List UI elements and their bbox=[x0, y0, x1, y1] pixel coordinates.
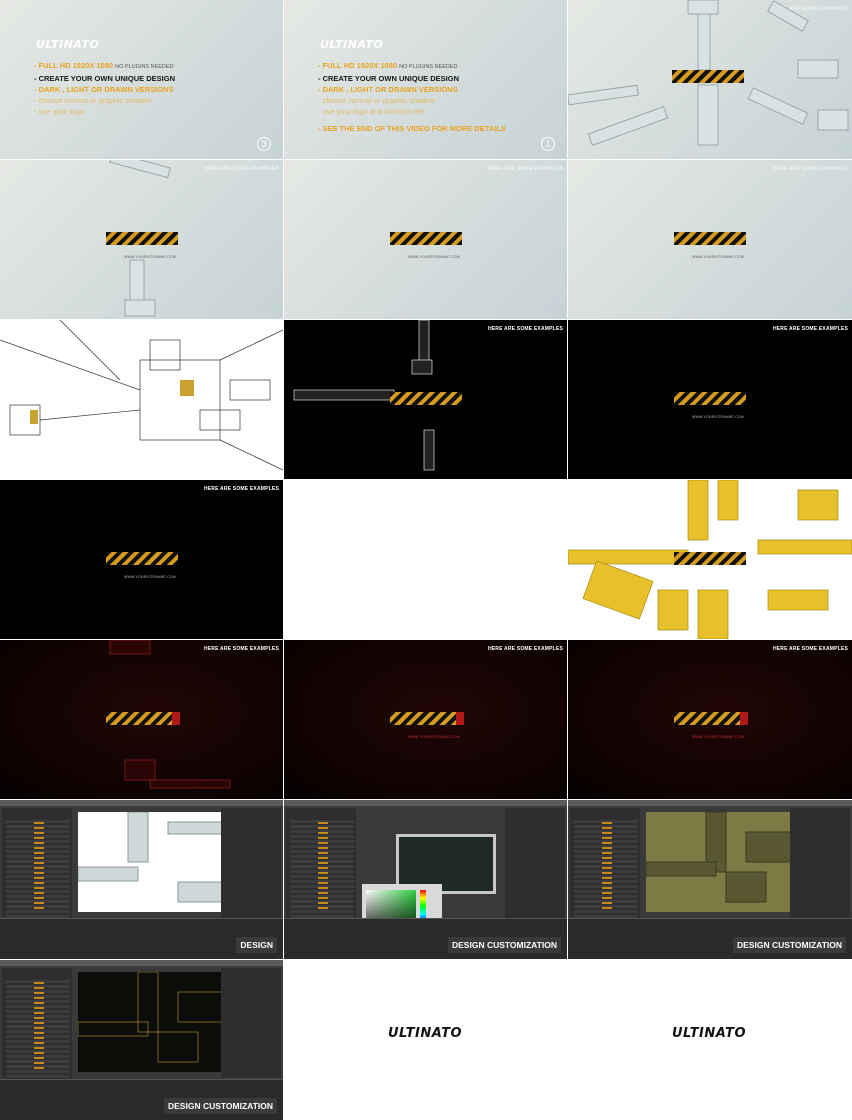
ae-effects-panel bbox=[221, 808, 281, 918]
logo-stripe-bar bbox=[390, 392, 462, 405]
caption-design-customization: DESIGN CUSTOMIZATION bbox=[164, 1098, 277, 1114]
ae-effects-panel bbox=[790, 808, 850, 918]
feature-resolution: - FULL HD 1920X 1080 bbox=[318, 61, 398, 70]
feature-logo: - use your logo bbox=[34, 107, 84, 116]
caption-design-customization: DESIGN CUSTOMIZATION bbox=[448, 937, 561, 953]
examples-label: HERE ARE SOME EXAMPLES bbox=[487, 646, 563, 652]
ae-composition-viewer bbox=[646, 812, 810, 912]
drawn-robot-arms-illustration bbox=[0, 320, 283, 471]
frame-red-dark-logo: HERE ARE SOME EXAMPLES WWW.YOURSITENAME.… bbox=[284, 640, 567, 799]
ae-composition-viewer bbox=[78, 812, 242, 912]
feature-logo: - use your logo and mention title bbox=[318, 107, 425, 116]
frame-dark-logo: HERE ARE SOME EXAMPLES WWW.YOURSITENAME.… bbox=[568, 320, 852, 479]
frame-blank-white bbox=[284, 480, 567, 639]
feature-versions: - DARK , LIGHT OR DRAWN VERSIONS bbox=[318, 85, 458, 94]
frame-light-logo-final: HERE ARE SOME EXAMPLES WWW.YOURSITENAME.… bbox=[568, 160, 852, 319]
ae-composition-viewer bbox=[78, 972, 242, 1072]
frame-after-effects-yellow: DESIGN CUSTOMIZATION bbox=[568, 800, 852, 959]
feature-versions: - DARK , LIGHT OR DRAWN VERSIONS bbox=[34, 85, 174, 94]
feature-unique-design: - CREATE YOUR OWN UNIQUE DESIGN bbox=[34, 74, 175, 83]
examples-label: HERE ARE SOME EXAMPLES bbox=[772, 326, 848, 332]
logo-stripe-bar bbox=[106, 232, 178, 245]
site-url: WWW.YOURSITENAME.COM bbox=[408, 255, 460, 259]
examples-label: HERE ARE SOME EXAMPLES bbox=[203, 486, 279, 492]
slide-number-badge: 3 bbox=[257, 137, 271, 151]
site-url: WWW.YOURSITENAME.COM bbox=[692, 735, 744, 739]
logo-stripe-bar bbox=[674, 712, 740, 725]
feature-resolution: - FULL HD 1920X 1080 bbox=[34, 61, 114, 70]
frame-dark-logo-2: HERE ARE SOME EXAMPLES WWW.YOURSITENAME.… bbox=[0, 480, 283, 639]
frame-yellow-robots bbox=[568, 480, 852, 639]
ae-project-panel bbox=[2, 968, 72, 1080]
composition-preview bbox=[78, 812, 239, 903]
logo-stripe-bar bbox=[390, 232, 462, 245]
feature-no-plugins: NO PLUGINS NEEDED bbox=[399, 64, 458, 70]
frame-end-logo: ULTINATO bbox=[284, 960, 567, 1120]
ae-menubar bbox=[568, 800, 852, 806]
caption-design: DESIGN bbox=[236, 937, 277, 953]
logo-stripe-bar bbox=[390, 712, 456, 725]
ae-menubar bbox=[0, 960, 283, 966]
frame-intro-feature-list-alt: ULTINATO - FULL HD 1920X 1080 NO PLUGINS… bbox=[284, 0, 567, 159]
examples-label: HERE ARE SOME EXAMPLES bbox=[772, 166, 848, 172]
brand-logo: ULTINATO bbox=[672, 1026, 747, 1041]
frame-robot-arms-light: HERE ARE SOME EXAMPLES bbox=[568, 0, 852, 159]
feature-shadow: - choose normal or graphic shadow bbox=[34, 96, 152, 105]
frame-after-effects-design: DESIGN bbox=[0, 800, 283, 959]
feature-no-plugins: NO PLUGINS NEEDED bbox=[115, 64, 174, 70]
frame-end-logo-2: ULTINATO bbox=[568, 960, 852, 1120]
frame-light-logo: HERE ARE SOME EXAMPLES WWW.YOURSITENAME.… bbox=[284, 160, 567, 319]
logo-stripe-bar bbox=[672, 70, 744, 83]
ae-effects-panel bbox=[221, 968, 281, 1078]
site-url: WWW.YOURSITENAME.COM bbox=[408, 735, 460, 739]
brand-logo: ULTINATO bbox=[36, 38, 100, 51]
composition-preview bbox=[78, 972, 239, 1063]
frame-after-effects-color-picker: DESIGN CUSTOMIZATION bbox=[284, 800, 567, 959]
logo-stripe-bar bbox=[106, 552, 178, 565]
frame-after-effects-drawn: DESIGN CUSTOMIZATION bbox=[0, 960, 283, 1120]
ae-project-panel bbox=[286, 808, 356, 920]
logo-red-tip bbox=[456, 712, 464, 725]
examples-label: HERE ARE SOME EXAMPLES bbox=[487, 166, 563, 172]
frame-intro-feature-list: ULTINATO - FULL HD 1920X 1080 NO PLUGINS… bbox=[0, 0, 283, 159]
composition-preview bbox=[646, 812, 807, 903]
ae-effects-panel bbox=[505, 808, 565, 918]
site-url: WWW.YOURSITENAME.COM bbox=[124, 575, 176, 579]
feature-list: - FULL HD 1920X 1080 NO PLUGINS NEEDED -… bbox=[318, 60, 459, 117]
logo-stripe-bar bbox=[674, 232, 746, 245]
frame-light-logo-arm: HERE ARE SOME EXAMPLES WWW.YOURSITENAME.… bbox=[0, 160, 283, 319]
see-end-note: - SEE THE END OF THIS VIDEO FOR MORE DET… bbox=[318, 124, 506, 133]
brand-logo: ULTINATO bbox=[320, 38, 384, 51]
site-url: WWW.YOURSITENAME.COM bbox=[124, 255, 176, 259]
logo-red-tip bbox=[172, 712, 180, 725]
ae-menubar bbox=[284, 800, 567, 806]
frame-drawn-version bbox=[0, 320, 283, 479]
frame-dark-drawn: HERE ARE SOME EXAMPLES bbox=[284, 320, 567, 479]
logo-red-tip bbox=[740, 712, 748, 725]
caption-design-customization: DESIGN CUSTOMIZATION bbox=[733, 937, 846, 953]
site-url: WWW.YOURSITENAME.COM bbox=[692, 415, 744, 419]
slide-number-badge: 1 bbox=[541, 137, 555, 151]
ae-project-panel bbox=[570, 808, 640, 920]
examples-label: HERE ARE SOME EXAMPLES bbox=[772, 646, 848, 652]
logo-stripe-bar bbox=[674, 392, 746, 405]
feature-list: - FULL HD 1920X 1080 NO PLUGINS NEEDED -… bbox=[34, 60, 175, 117]
frame-red-dark-logo-2: HERE ARE SOME EXAMPLES WWW.YOURSITENAME.… bbox=[568, 640, 852, 799]
ae-menubar bbox=[0, 800, 283, 806]
feature-shadow: - choose normal or graphic shadow bbox=[318, 96, 436, 105]
frame-red-dark-robots: HERE ARE SOME EXAMPLES bbox=[0, 640, 283, 799]
ae-project-panel bbox=[2, 808, 72, 920]
brand-logo: ULTINATO bbox=[388, 1026, 463, 1041]
logo-stripe-bar bbox=[106, 712, 172, 725]
logo-stripe-bar bbox=[674, 552, 746, 565]
video-contact-sheet: ULTINATO - FULL HD 1920X 1080 NO PLUGINS… bbox=[0, 0, 852, 1120]
site-url: WWW.YOURSITENAME.COM bbox=[692, 255, 744, 259]
feature-unique-design: - CREATE YOUR OWN UNIQUE DESIGN bbox=[318, 74, 459, 83]
